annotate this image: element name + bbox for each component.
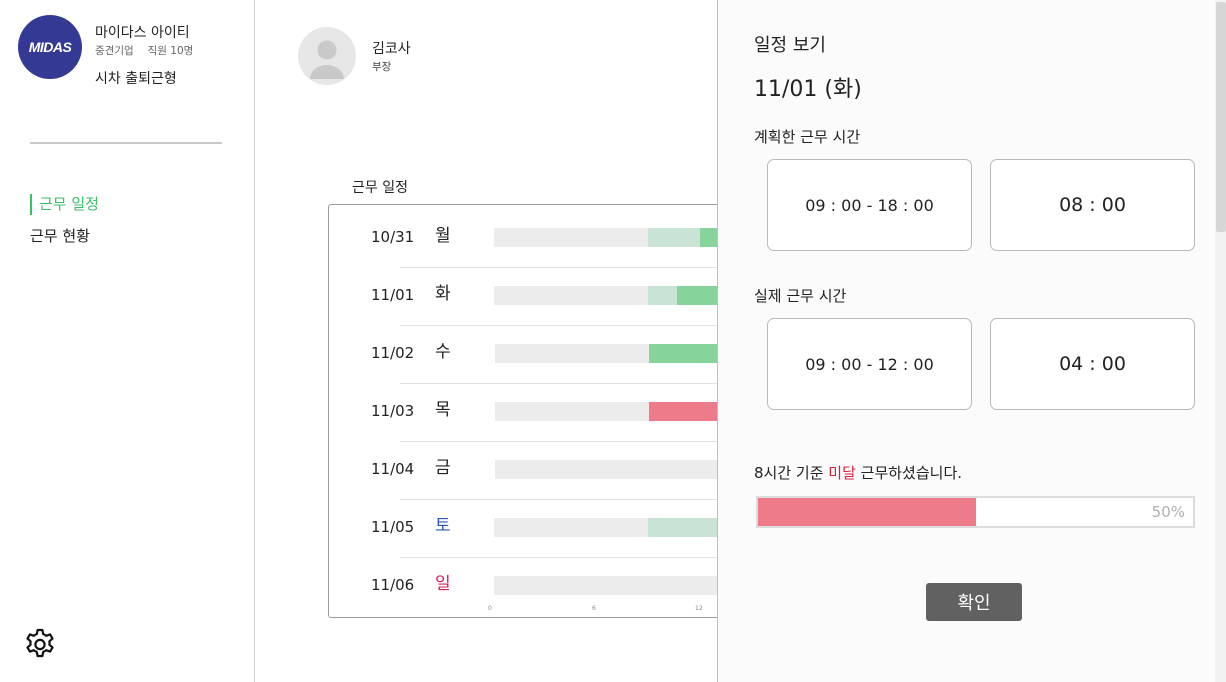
sidebar: MIDAS 마이다스 아이티 중견기업 직원 10명 시차 출퇴근형 근무 일정 … — [0, 0, 255, 682]
actual-range-box: 09 : 00 - 12 : 00 — [767, 318, 972, 410]
actual-duration-box: 04 : 00 — [990, 318, 1195, 410]
settings-gear-icon[interactable] — [23, 626, 57, 660]
row-date: 10/31 — [371, 228, 415, 246]
person-icon — [310, 40, 344, 79]
schedule-row[interactable]: 11/02 수 — [329, 325, 739, 383]
notice-suffix: 근무하셨습니다. — [855, 464, 963, 482]
actual-label: 실제 근무 시간 — [754, 287, 847, 305]
shortfall-notice: 8시간 기준 미달 근무하셨습니다. — [754, 462, 962, 483]
row-date: 11/03 — [371, 402, 415, 420]
panel-scrollbar[interactable] — [1215, 0, 1226, 682]
company-employees: 직원 10명 — [147, 45, 194, 57]
row-separator — [400, 499, 729, 500]
sidebar-item-schedule[interactable]: 근무 일정 — [30, 194, 99, 215]
notice-prefix: 8시간 기준 — [754, 464, 829, 482]
row-day: 화 — [435, 284, 451, 304]
schedule-row[interactable]: 11/01 화 — [329, 267, 737, 325]
planned-time-bar — [648, 228, 700, 247]
company-logo: MIDAS — [18, 15, 82, 79]
row-date: 11/04 — [371, 460, 415, 478]
row-separator — [400, 383, 729, 384]
row-day: 수 — [435, 342, 451, 362]
user-name: 김코사 — [372, 41, 411, 57]
schedule-title: 근무 일정 — [352, 180, 408, 196]
work-type: 시차 출퇴근형 — [95, 71, 177, 87]
row-time-track — [495, 460, 735, 479]
row-day: 목 — [435, 400, 451, 420]
progress-fill — [758, 498, 976, 526]
user-avatar — [298, 27, 356, 85]
row-time-track — [494, 286, 737, 305]
schedule-table: 0 6 12 10/31 월 11/01 화 11/02 수 11/03 목 11/04 금 11/… — [328, 204, 740, 618]
schedule-row[interactable]: 11/06 일 — [329, 557, 734, 615]
row-date: 11/05 — [371, 518, 415, 536]
row-day: 일 — [435, 574, 451, 594]
row-date: 11/02 — [371, 344, 415, 362]
schedule-row[interactable]: 11/03 목 — [329, 383, 739, 441]
row-separator — [400, 267, 729, 268]
planned-label: 계획한 근무 시간 — [754, 128, 861, 146]
row-time-track — [494, 518, 738, 537]
schedule-row[interactable]: 11/04 금 — [329, 441, 735, 499]
row-date: 11/06 — [371, 576, 415, 594]
planned-duration-box: 08 : 00 — [990, 159, 1195, 251]
schedule-row[interactable]: 11/05 토 — [329, 499, 738, 557]
schedule-row[interactable]: 10/31 월 — [329, 209, 740, 267]
notice-highlight: 미달 — [828, 464, 856, 482]
row-day: 금 — [435, 458, 451, 478]
planned-range-box: 09 : 00 - 18 : 00 — [767, 159, 972, 251]
row-time-track — [494, 576, 734, 595]
progress-text: 50% — [1151, 503, 1185, 521]
work-progress-bar: 50% — [756, 496, 1195, 528]
row-time-track — [495, 402, 739, 421]
sidebar-divider — [30, 142, 222, 144]
row-time-track — [494, 228, 740, 247]
company-logo-text: MIDAS — [28, 39, 72, 55]
row-day: 월 — [435, 226, 451, 246]
row-day: 토 — [435, 516, 451, 536]
user-role: 부장 — [372, 61, 392, 73]
planned-time-bar — [648, 286, 677, 305]
panel-title: 일정 보기 — [754, 35, 826, 56]
panel-date: 11/01 (화) — [754, 77, 862, 102]
company-size: 중견기업 — [95, 45, 134, 57]
row-separator — [400, 441, 729, 442]
row-date: 11/01 — [371, 286, 415, 304]
row-time-track — [495, 344, 739, 363]
confirm-button[interactable]: 확인 — [926, 583, 1022, 621]
scrollbar-thumb[interactable] — [1216, 2, 1226, 232]
main-content: 김코사 부장 근무 일정 0 6 12 10/31 월 11/01 화 11/02 수 11… — [255, 0, 740, 682]
row-separator — [400, 325, 729, 326]
company-name: 마이다스 아이티 — [95, 25, 190, 41]
sidebar-item-status[interactable]: 근무 현황 — [30, 226, 90, 247]
company-meta: 중견기업 직원 10명 — [95, 43, 193, 58]
row-separator — [400, 557, 729, 558]
schedule-detail-panel: 일정 보기 11/01 (화) 계획한 근무 시간 09 : 00 - 18 :… — [717, 0, 1226, 682]
